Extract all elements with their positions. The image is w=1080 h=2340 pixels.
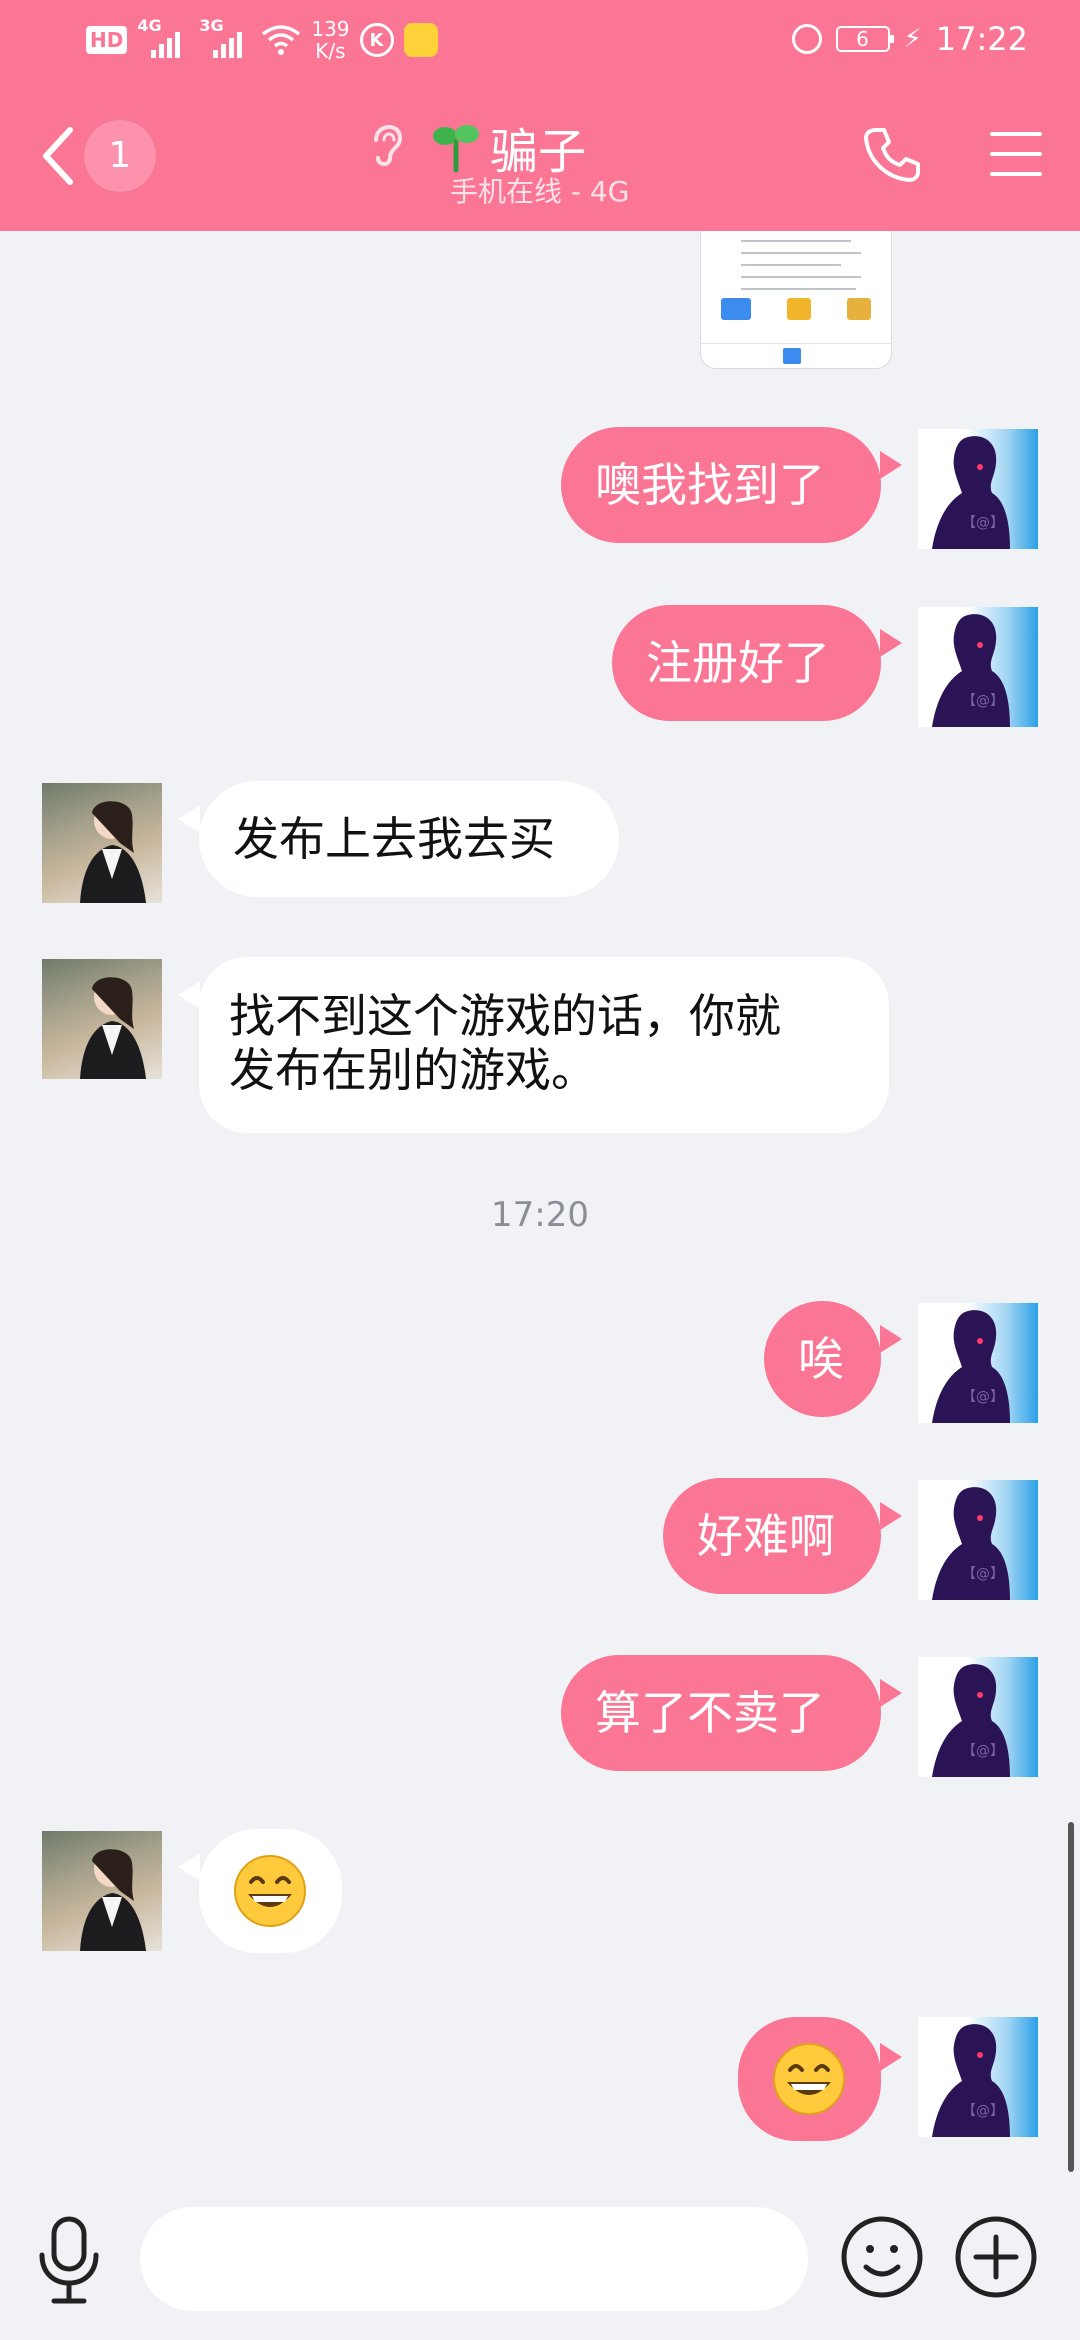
my-avatar[interactable]: 【@】 bbox=[918, 1657, 1038, 1777]
svg-text:【@】: 【@】 bbox=[962, 693, 1004, 709]
sprout-icon bbox=[433, 125, 479, 172]
ear-icon bbox=[374, 125, 403, 166]
message-row: 噢我找到了 【@】 bbox=[0, 427, 1080, 549]
message-row: 发布上去我去买 bbox=[0, 781, 1080, 903]
charging-icon: ⚡ bbox=[903, 24, 922, 54]
grinning-face-icon bbox=[234, 1855, 306, 1927]
my-avatar[interactable]: 【@】 bbox=[918, 429, 1038, 549]
my-avatar[interactable]: 【@】 bbox=[918, 607, 1038, 727]
emoji-face-icon[interactable] bbox=[840, 2215, 924, 2299]
battery-icon: 6 bbox=[835, 26, 894, 52]
microphone-icon[interactable] bbox=[34, 2215, 104, 2305]
network-speed: 139 K/s bbox=[311, 17, 350, 63]
my-avatar[interactable]: 【@】 bbox=[918, 1303, 1038, 1423]
contact-avatar[interactable] bbox=[42, 783, 162, 903]
chat-header: HD 4G 3G 139 K/s K 6 ⚡ 17:22 1 骗子 手机在线 -… bbox=[0, 0, 1080, 231]
svg-text:【@】: 【@】 bbox=[962, 1743, 1004, 1759]
message-row: 【@】 bbox=[0, 2017, 1080, 2147]
message-row bbox=[0, 1829, 1080, 1959]
grinning-face-icon bbox=[773, 2043, 845, 2115]
message-row: 注册好了 【@】 bbox=[0, 605, 1080, 727]
phone-icon[interactable] bbox=[862, 124, 922, 184]
svg-text:【@】: 【@】 bbox=[962, 1389, 1004, 1405]
unread-count-badge: 1 bbox=[84, 120, 156, 192]
image-message-thumbnail[interactable] bbox=[700, 231, 892, 369]
signal-icon: 4G bbox=[137, 16, 189, 58]
alarm-icon bbox=[791, 24, 822, 54]
signal-icon: 3G bbox=[199, 16, 251, 58]
scrollbar[interactable] bbox=[1068, 1822, 1074, 2172]
k-app-icon: K bbox=[359, 23, 394, 57]
message-bubble[interactable]: 好难啊 bbox=[663, 1478, 881, 1594]
message-bubble[interactable]: 发布上去我去买 bbox=[199, 781, 619, 897]
message-bubble[interactable] bbox=[738, 2017, 881, 2141]
svg-text:【@】: 【@】 bbox=[962, 2103, 1004, 2119]
time-separator: 17:20 bbox=[491, 1195, 589, 1235]
message-row: 算了不卖了 【@】 bbox=[0, 1655, 1080, 1777]
hd-badge: HD bbox=[86, 26, 128, 54]
message-bubble[interactable]: 唉 bbox=[764, 1301, 881, 1417]
contact-avatar[interactable] bbox=[42, 1831, 162, 1951]
online-status: 手机在线 - 4G bbox=[450, 175, 630, 208]
status-bar: HD 4G 3G 139 K/s K 6 ⚡ 17:22 bbox=[0, 0, 1080, 80]
svg-text:【@】: 【@】 bbox=[962, 1566, 1004, 1582]
chat-title-area[interactable]: 骗子 手机在线 - 4G bbox=[360, 112, 720, 212]
message-bubble[interactable] bbox=[199, 1829, 342, 1953]
menu-button[interactable] bbox=[990, 132, 1042, 176]
message-bubble[interactable]: 找不到这个游戏的话，你就 发布在别的游戏。 bbox=[199, 957, 889, 1133]
my-avatar[interactable]: 【@】 bbox=[918, 1480, 1038, 1600]
message-bubble[interactable]: 噢我找到了 bbox=[561, 427, 881, 543]
chevron-left-icon bbox=[43, 127, 73, 185]
message-list[interactable]: 噢我找到了 【@】 注册好了 【@】 发布上去我去买 找不到这个游戏的话，你就 … bbox=[0, 231, 1080, 2183]
svg-text:【@】: 【@】 bbox=[962, 515, 1004, 531]
input-bar bbox=[0, 2183, 1080, 2340]
message-input[interactable] bbox=[140, 2207, 808, 2311]
message-row: 找不到这个游戏的话，你就 发布在别的游戏。 bbox=[0, 957, 1080, 1137]
plus-icon[interactable] bbox=[954, 2215, 1038, 2299]
app-notification-icon bbox=[403, 23, 438, 57]
message-bubble[interactable]: 注册好了 bbox=[612, 605, 881, 721]
clock: 17:22 bbox=[935, 20, 1028, 58]
message-line: 找不到这个游戏的话，你就 bbox=[229, 989, 781, 1043]
message-row: 唉 【@】 bbox=[0, 1301, 1080, 1423]
message-line: 发布在别的游戏。 bbox=[229, 1043, 597, 1097]
wifi-icon bbox=[262, 25, 301, 55]
back-button[interactable]: 1 bbox=[40, 120, 160, 192]
contact-avatar[interactable] bbox=[42, 959, 162, 1079]
my-avatar[interactable]: 【@】 bbox=[918, 2017, 1038, 2137]
message-bubble[interactable]: 算了不卖了 bbox=[561, 1655, 881, 1771]
message-row: 好难啊 【@】 bbox=[0, 1478, 1080, 1600]
